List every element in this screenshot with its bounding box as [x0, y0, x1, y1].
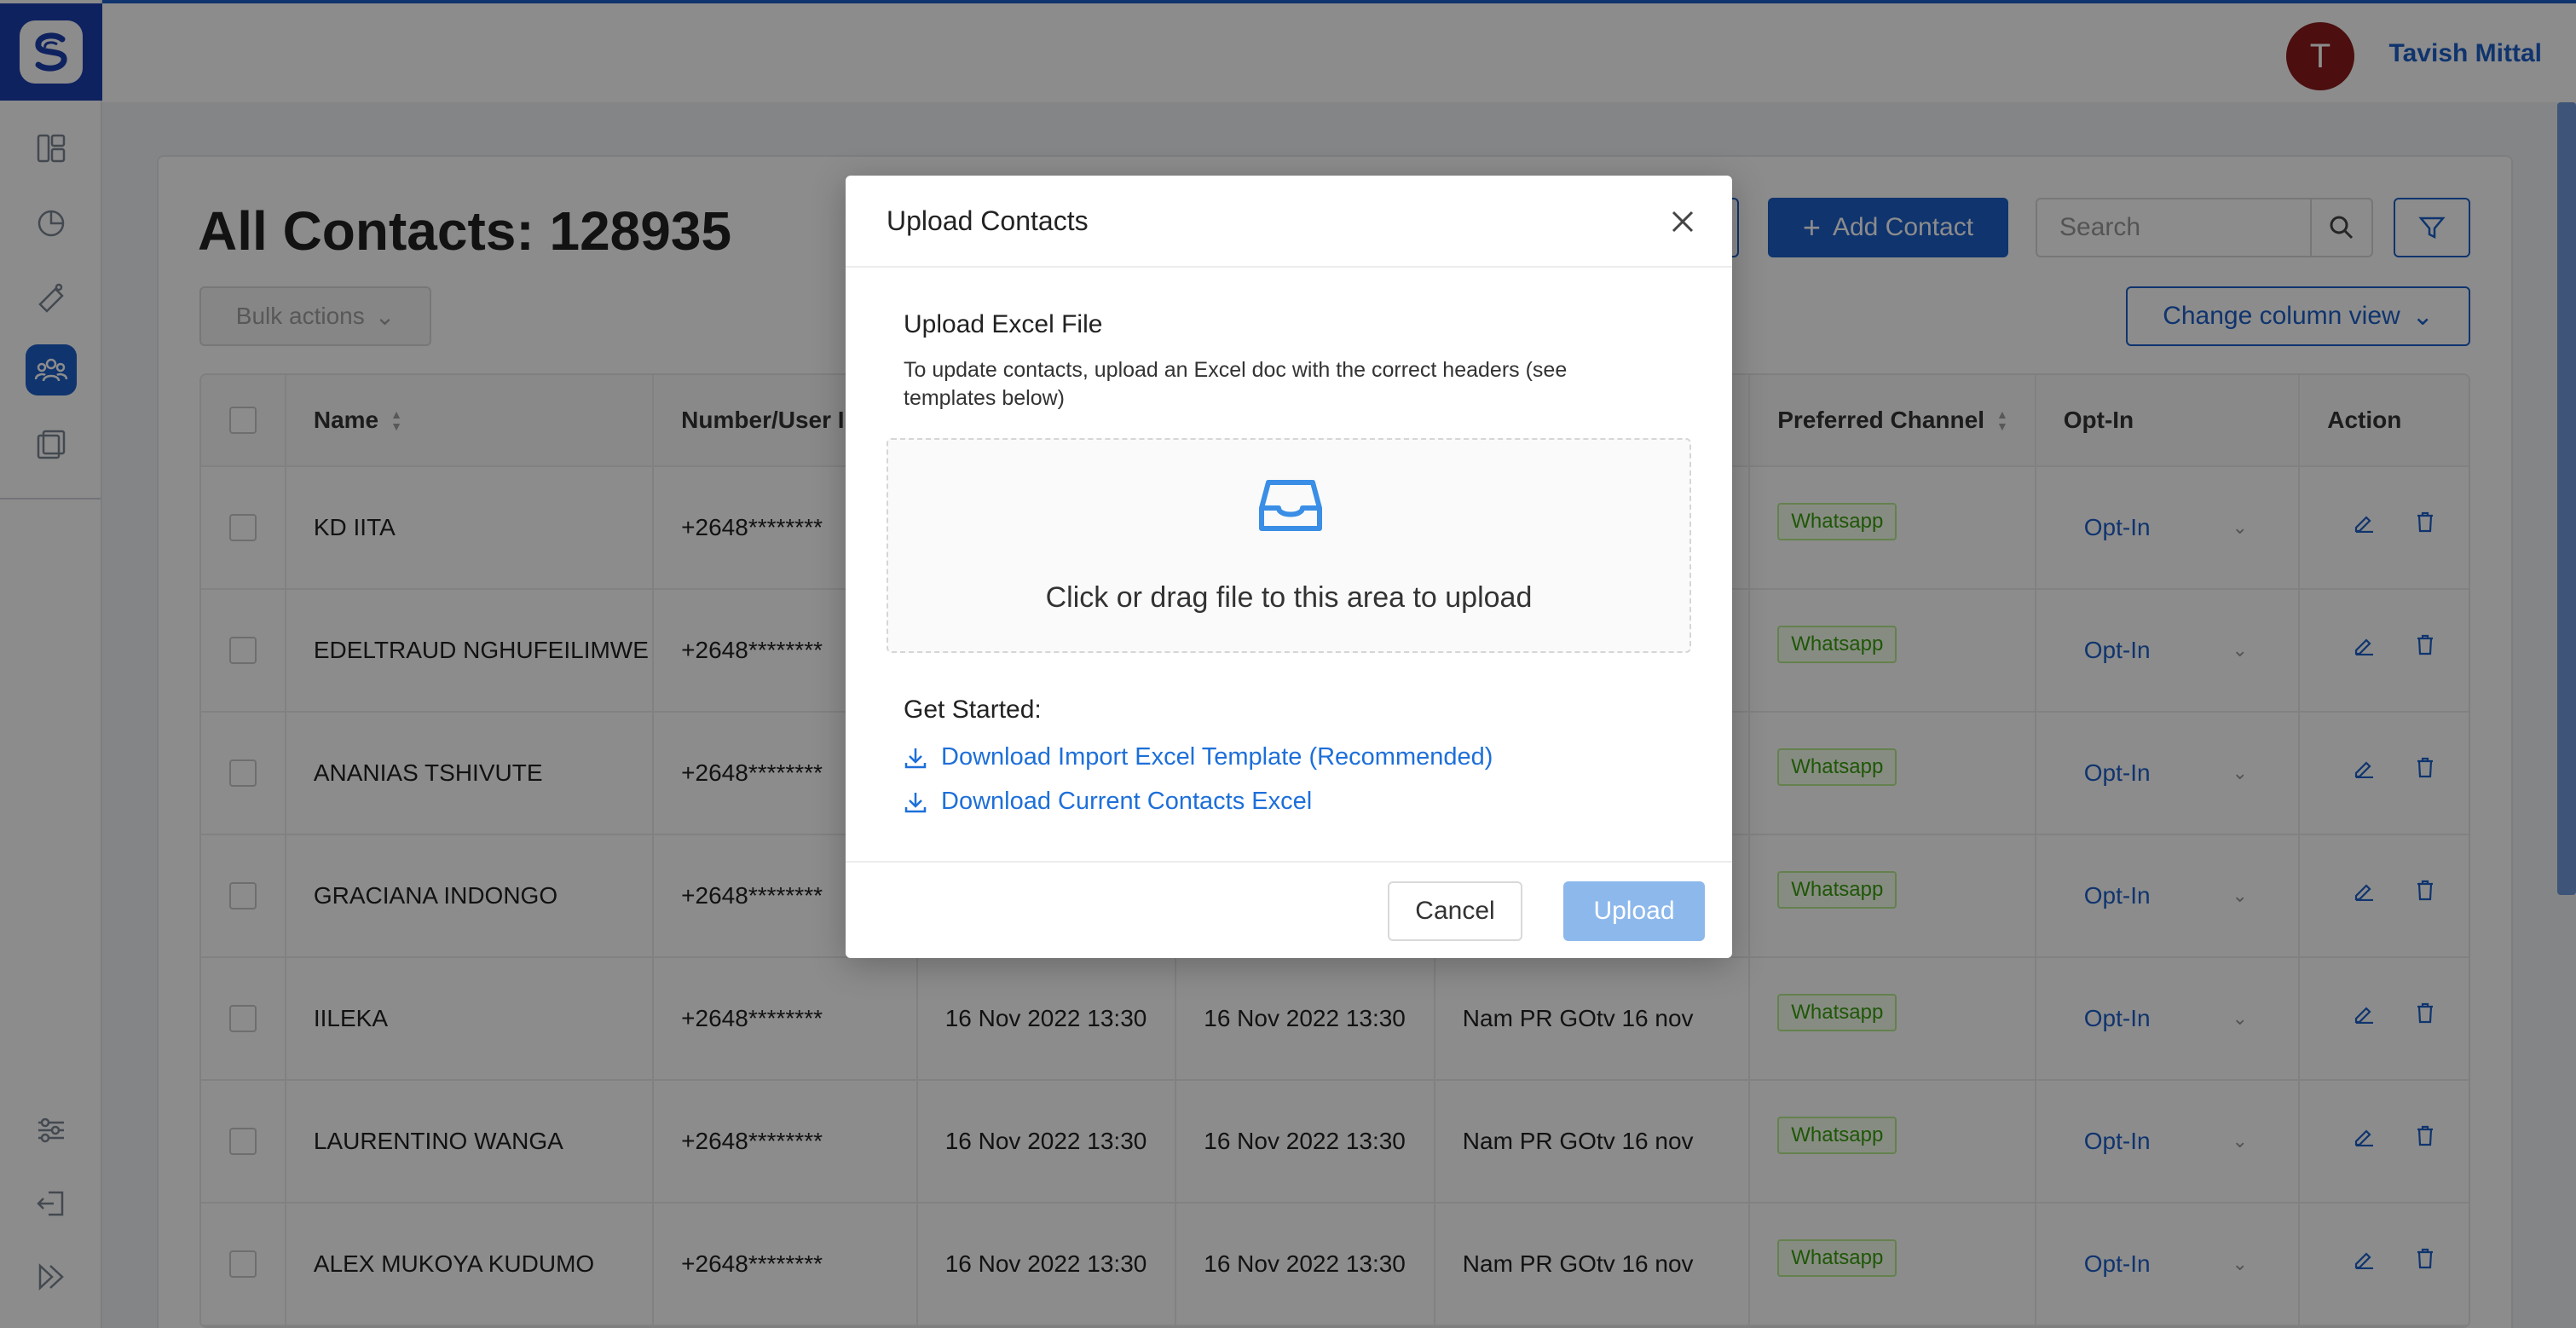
dropzone-text: Click or drag file to this area to uploa… — [1045, 581, 1533, 614]
close-button[interactable] — [1666, 205, 1700, 239]
modal-footer: Cancel Upload — [846, 861, 1732, 958]
modal-title: Upload Contacts — [887, 205, 1089, 236]
get-started-title: Get Started: — [904, 696, 1042, 724]
upload-section-title: Upload Excel File — [904, 310, 1103, 338]
download-icon — [904, 748, 927, 768]
download-template-link[interactable]: Download Import Excel Template (Recommen… — [904, 743, 1493, 771]
download-template-label: Download Import Excel Template (Recommen… — [941, 743, 1493, 771]
upload-section-description: To update contacts, upload an Excel doc … — [904, 358, 1568, 410]
download-current-link[interactable]: Download Current Contacts Excel — [904, 788, 1312, 816]
download-current-label: Download Current Contacts Excel — [941, 788, 1313, 815]
close-icon — [1672, 211, 1694, 233]
cancel-button[interactable]: Cancel — [1388, 881, 1522, 941]
file-dropzone[interactable]: Click or drag file to this area to uploa… — [887, 438, 1691, 653]
upload-button[interactable]: Upload — [1563, 881, 1705, 941]
download-icon — [904, 792, 927, 812]
upload-contacts-modal: Upload Contacts Upload Excel File To upd… — [846, 176, 1732, 958]
modal-header: Upload Contacts — [846, 176, 1732, 268]
inbox-icon — [1259, 480, 1322, 531]
